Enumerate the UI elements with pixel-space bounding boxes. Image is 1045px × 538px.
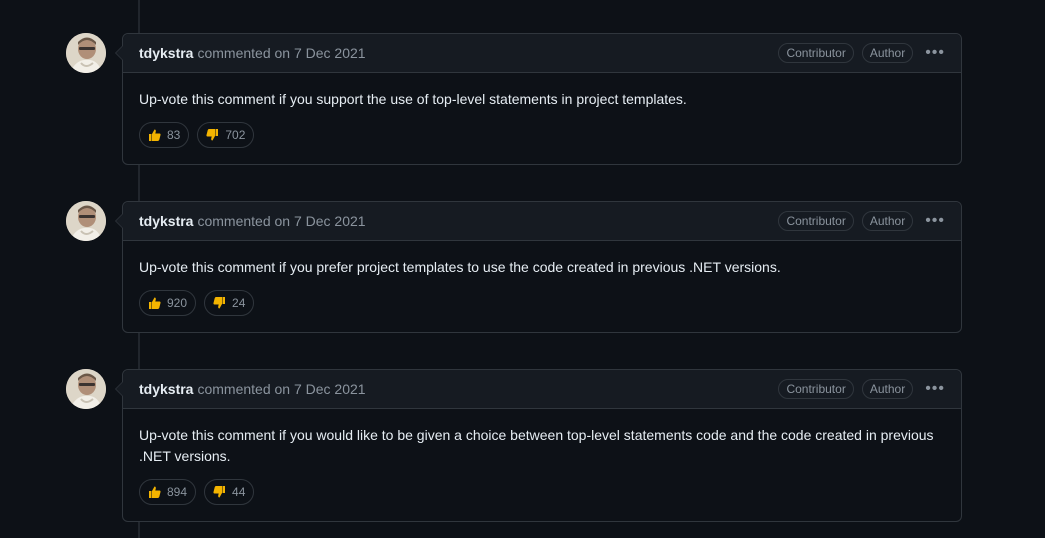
comment-timestamp[interactable]: commented on 7 Dec 2021 xyxy=(197,381,365,397)
reaction-thumbs-down-button[interactable]: 44 xyxy=(204,479,255,505)
reaction-count: 894 xyxy=(167,485,188,499)
author-link[interactable]: tdykstra xyxy=(139,381,193,397)
author-badge: Author xyxy=(861,211,914,231)
thumbs-down-icon xyxy=(206,129,219,141)
author-badge: Author xyxy=(861,43,914,63)
avatar[interactable] xyxy=(66,201,106,241)
thumbs-up-icon xyxy=(148,297,161,309)
comment-box: tdykstra commented on 7 Dec 2021 Contrib… xyxy=(115,369,962,522)
comment-header: tdykstra commented on 7 Dec 2021 Contrib… xyxy=(123,370,961,409)
reaction-count: 83 xyxy=(167,128,181,142)
author-badge: Author xyxy=(861,379,914,399)
reaction-thumbs-down-button[interactable]: 702 xyxy=(197,122,255,148)
author-link[interactable]: tdykstra xyxy=(139,45,193,61)
reaction-thumbs-up-button[interactable]: 83 xyxy=(139,122,190,148)
comment-body: Up-vote this comment if you prefer proje… xyxy=(139,259,781,275)
reactions-bar: 920 24 xyxy=(123,282,961,332)
comment-box: tdykstra commented on 7 Dec 2021 Contrib… xyxy=(115,33,962,165)
reactions-bar: 83 702 xyxy=(123,114,961,164)
comment-header: tdykstra commented on 7 Dec 2021 Contrib… xyxy=(123,202,961,241)
reaction-count: 24 xyxy=(232,296,246,310)
comment-body: Up-vote this comment if you support the … xyxy=(139,91,687,107)
comment-header: tdykstra commented on 7 Dec 2021 Contrib… xyxy=(123,34,961,73)
thumbs-down-icon xyxy=(213,486,226,498)
comment-timestamp[interactable]: commented on 7 Dec 2021 xyxy=(197,45,365,61)
kebab-horizontal-icon[interactable]: ••• xyxy=(925,45,945,61)
contributor-badge: Contributor xyxy=(778,379,854,399)
reaction-count: 702 xyxy=(225,128,246,142)
thumbs-up-icon xyxy=(148,129,161,141)
thumbs-up-icon xyxy=(148,486,161,498)
reactions-bar: 894 44 xyxy=(123,471,961,521)
discussion-timeline: tdykstra commented on 7 Dec 2021 Contrib… xyxy=(0,0,1045,538)
contributor-badge: Contributor xyxy=(778,43,854,63)
reaction-count: 44 xyxy=(232,485,246,499)
thumbs-down-icon xyxy=(213,297,226,309)
reaction-thumbs-down-button[interactable]: 24 xyxy=(204,290,255,316)
kebab-horizontal-icon[interactable]: ••• xyxy=(925,213,945,229)
reaction-thumbs-up-button[interactable]: 894 xyxy=(139,479,197,505)
reaction-thumbs-up-button[interactable]: 920 xyxy=(139,290,197,316)
comment-body: Up-vote this comment if you would like t… xyxy=(139,427,934,464)
comment-box: tdykstra commented on 7 Dec 2021 Contrib… xyxy=(115,201,962,333)
author-link[interactable]: tdykstra xyxy=(139,213,193,229)
comment-timestamp[interactable]: commented on 7 Dec 2021 xyxy=(197,213,365,229)
kebab-horizontal-icon[interactable]: ••• xyxy=(925,381,945,397)
reaction-count: 920 xyxy=(167,296,188,310)
avatar[interactable] xyxy=(66,369,106,409)
avatar[interactable] xyxy=(66,33,106,73)
contributor-badge: Contributor xyxy=(778,211,854,231)
